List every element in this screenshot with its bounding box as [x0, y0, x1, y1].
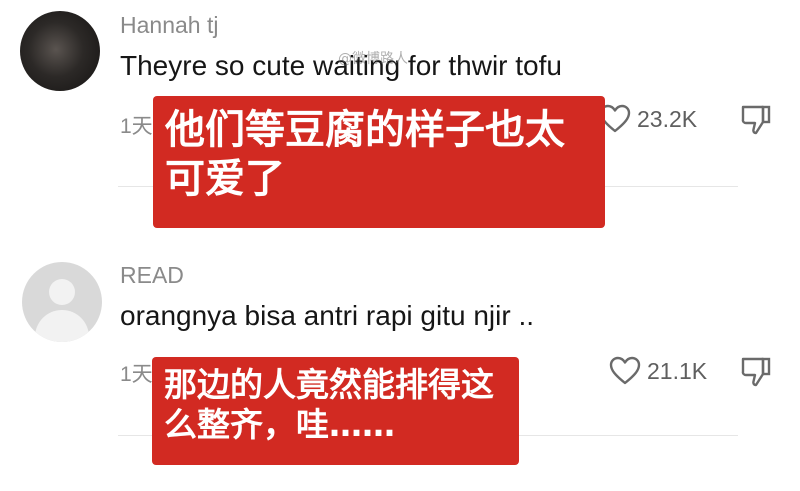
- like-count: 21.1K: [647, 357, 708, 384]
- comment-time: 1天: [120, 115, 153, 138]
- thumbs-down-outline-icon: [741, 357, 771, 387]
- default-avatar-head: [49, 279, 75, 305]
- dislike-button[interactable]: [739, 103, 773, 141]
- dislike-button[interactable]: [739, 355, 773, 393]
- comment-text: orangnya bisa antri rapi gitu njir ..: [120, 300, 534, 331]
- avatar[interactable]: [22, 262, 102, 342]
- comment-username[interactable]: Hannah tj: [120, 12, 218, 39]
- translation-caption: 那边的人竟然能排得这么整齐，哇……: [152, 357, 519, 465]
- heart-outline-icon: [609, 356, 641, 385]
- comment-username[interactable]: READ: [120, 262, 184, 289]
- avatar[interactable]: [20, 11, 100, 91]
- default-avatar-body: [35, 310, 89, 342]
- thumbs-down-outline-icon: [741, 105, 771, 135]
- like-button[interactable]: 21.1K: [609, 356, 707, 386]
- comment-time: 1天: [120, 363, 153, 386]
- like-button[interactable]: 23.2K: [599, 104, 697, 134]
- like-count: 23.2K: [637, 105, 698, 132]
- translation-caption: 他们等豆腐的样子也太可爱了: [153, 96, 605, 228]
- watermark: @微博路人: [338, 51, 408, 67]
